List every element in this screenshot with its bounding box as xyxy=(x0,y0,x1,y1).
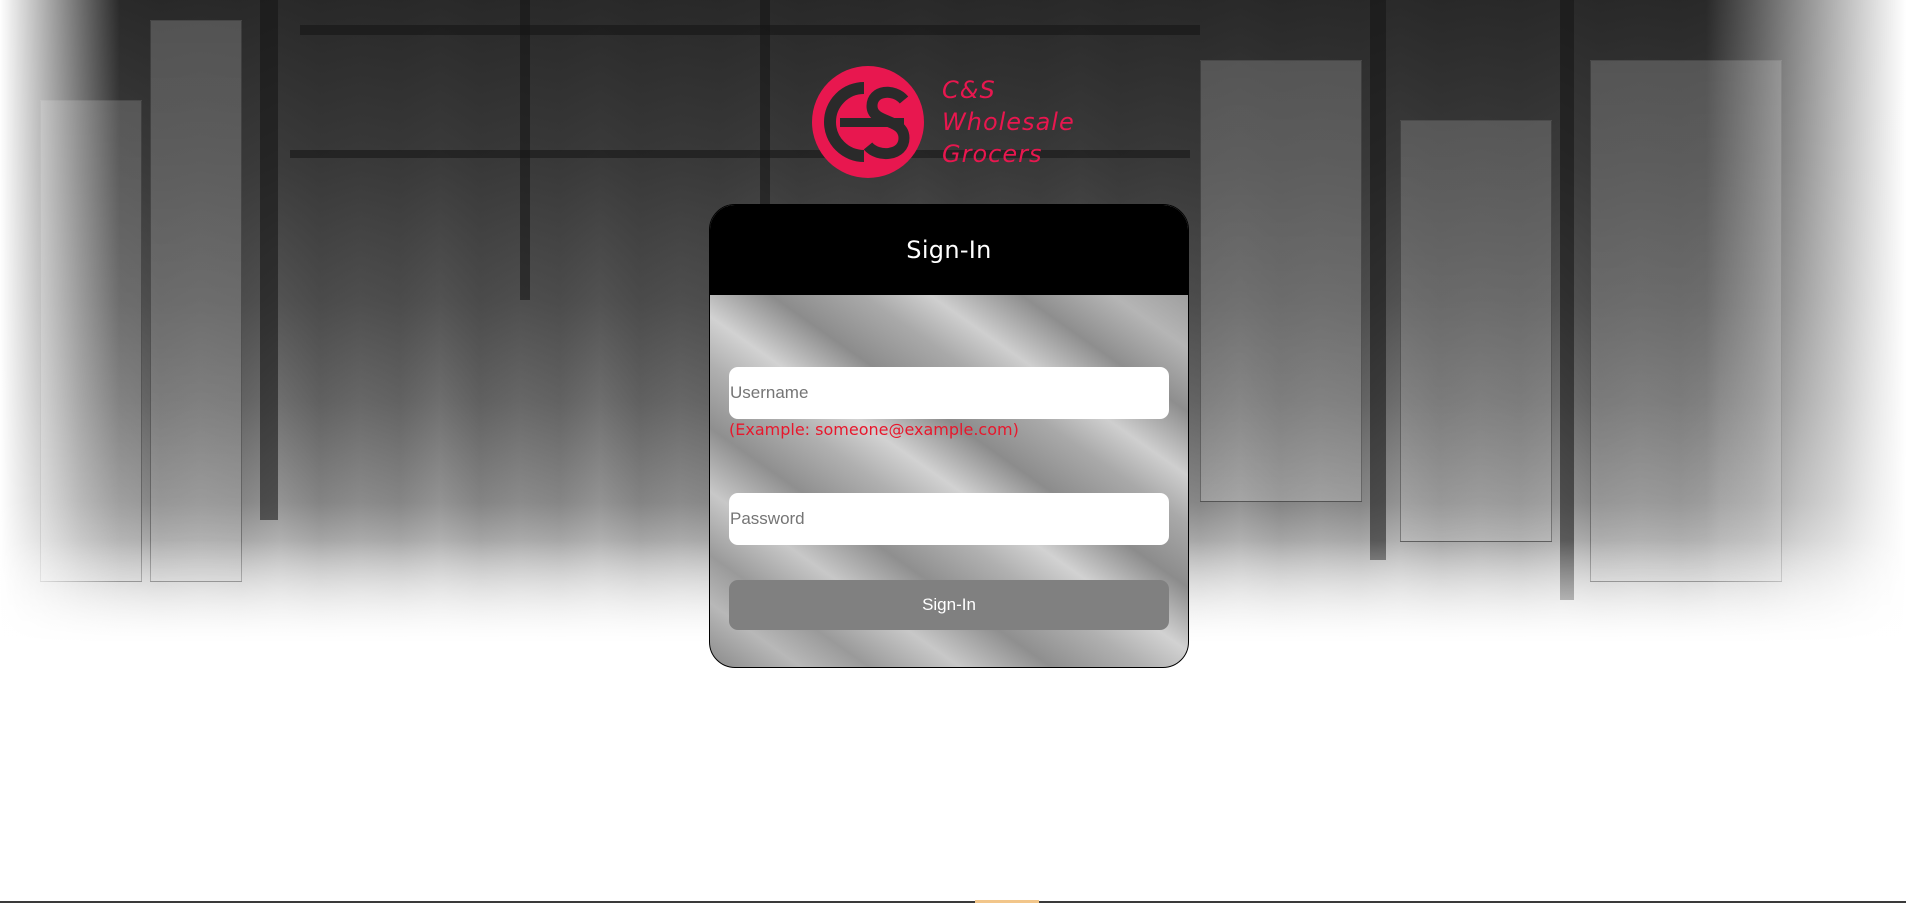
cs-logo-icon xyxy=(812,66,924,178)
sign-in-header: Sign-In xyxy=(710,205,1188,295)
sign-in-title: Sign-In xyxy=(906,236,992,264)
sign-in-card: Sign-In (Example: someone@example.com) S… xyxy=(709,204,1189,668)
password-input[interactable] xyxy=(729,493,1169,545)
brand-line-3: Grocers xyxy=(942,140,1043,168)
brand-line-1: C&S xyxy=(942,76,996,104)
brand-wordmark: C&S Wholesale Grocers xyxy=(942,74,1075,170)
sign-in-button[interactable]: Sign-In xyxy=(729,580,1169,630)
sign-in-page: C&S Wholesale Grocers Sign-In (Example: … xyxy=(0,0,1906,903)
cs-wholesale-grocers-logo: C&S Wholesale Grocers xyxy=(810,64,1100,179)
username-hint: (Example: someone@example.com) xyxy=(729,420,1019,439)
brand-line-2: Wholesale xyxy=(942,108,1075,136)
username-input[interactable] xyxy=(729,367,1169,419)
